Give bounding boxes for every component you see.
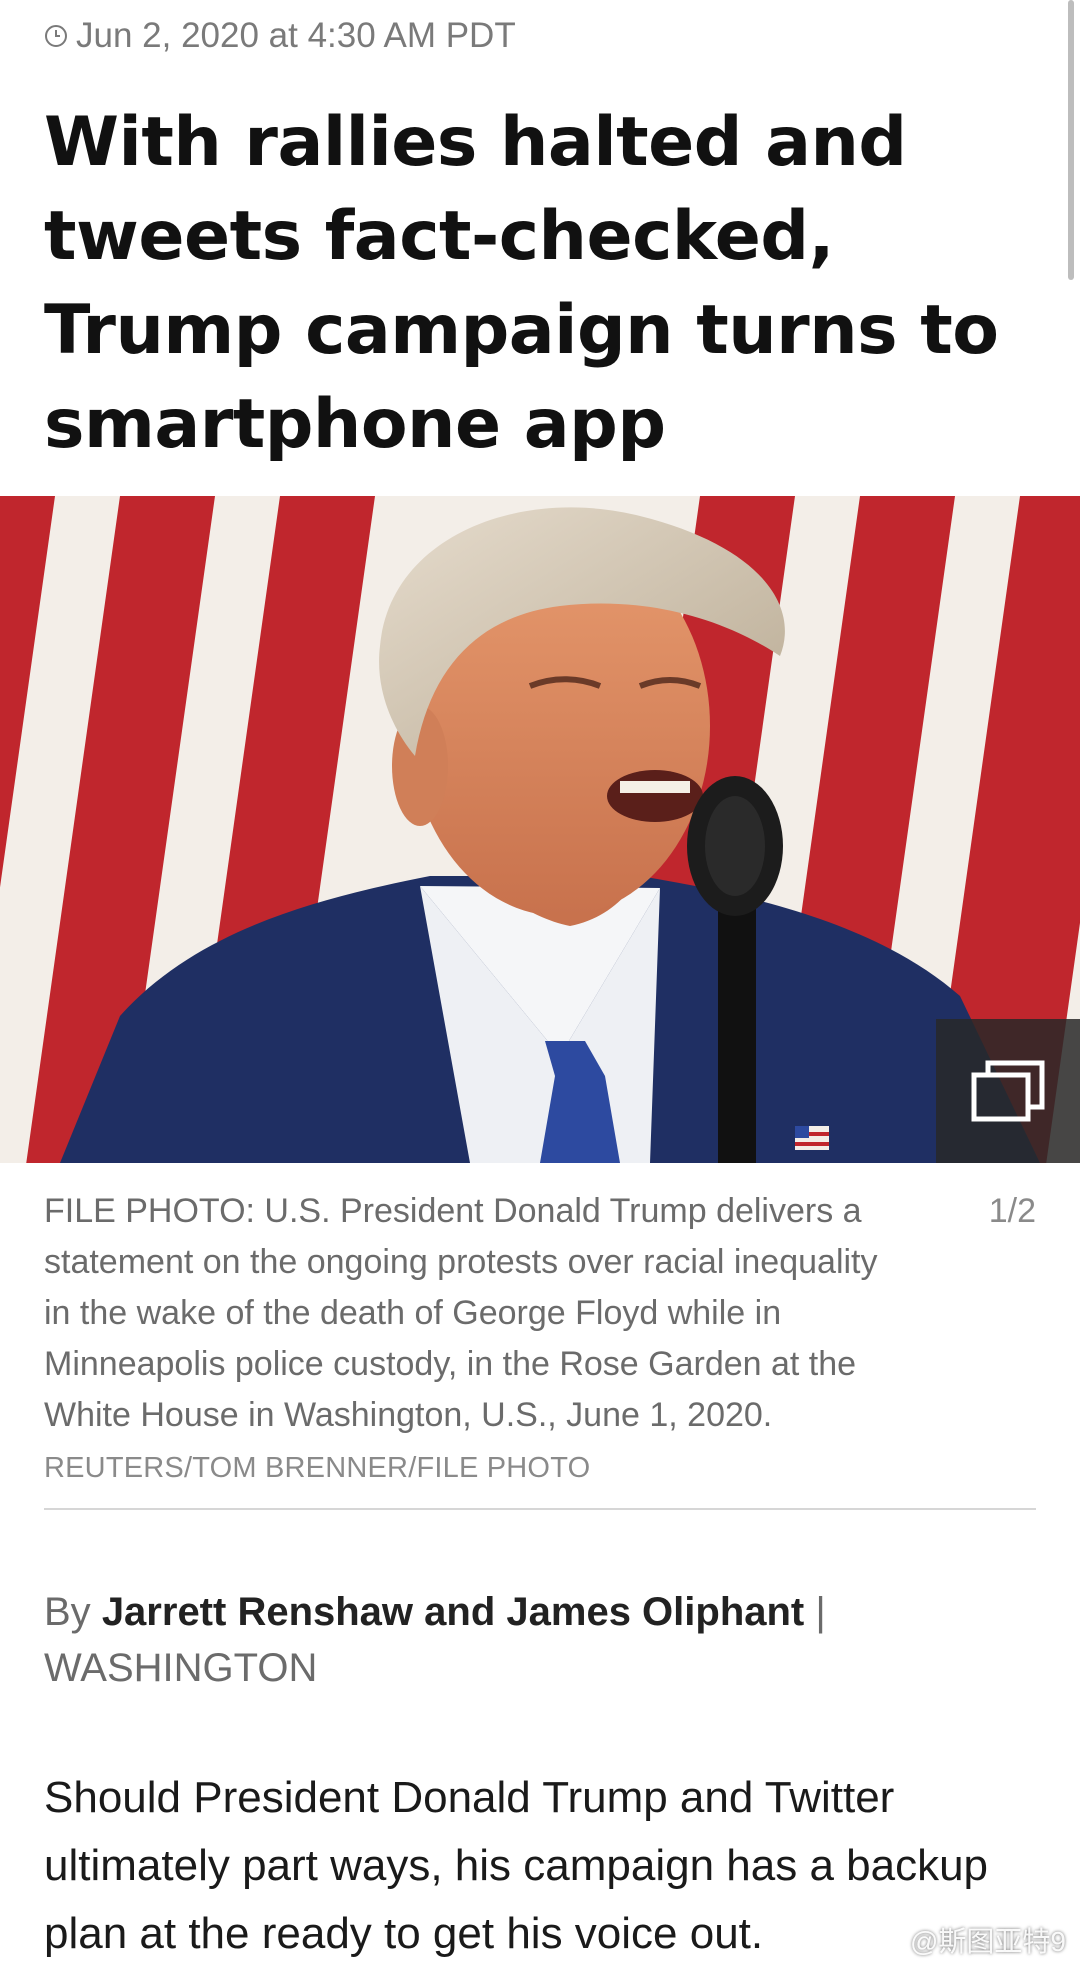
photo-caption: FILE PHOTO: U.S. President Donald Trump … — [44, 1186, 904, 1494]
watermark-text: @斯图亚特9 — [910, 1926, 1066, 1957]
weibo-logo-icon — [868, 1927, 904, 1955]
timestamp-text: Jun 2, 2020 at 4:30 AM PDT — [76, 16, 516, 55]
photo-counter: 1/2 — [988, 1192, 1036, 1230]
photo-credit: REUTERS/TOM BRENNER/FILE PHOTO — [44, 1452, 591, 1484]
article-photo[interactable] — [0, 496, 1080, 1163]
clock-icon — [45, 25, 67, 47]
watermark: @斯图亚特9 — [868, 1920, 1066, 1960]
byline-prefix: By — [44, 1590, 91, 1634]
article-timestamp: Jun 2, 2020 at 4:30 AM PDT — [44, 14, 516, 58]
byline-authors[interactable]: Jarrett Renshaw and James Oliphant — [102, 1590, 804, 1634]
photo-illustration — [0, 496, 1080, 1163]
article-byline: By Jarrett Renshaw and James Oliphant | … — [44, 1584, 1034, 1696]
caption-text: FILE PHOTO: U.S. President Donald Trump … — [44, 1192, 878, 1434]
gallery-button[interactable] — [936, 1019, 1080, 1163]
scrollbar[interactable] — [1068, 0, 1074, 280]
caption-divider — [44, 1508, 1036, 1510]
byline-location: WASHINGTON — [44, 1646, 318, 1690]
gallery-icon — [971, 1060, 1045, 1122]
article-headline: With rallies halted and tweets fact-chec… — [44, 103, 999, 464]
byline-separator: | — [815, 1590, 826, 1634]
